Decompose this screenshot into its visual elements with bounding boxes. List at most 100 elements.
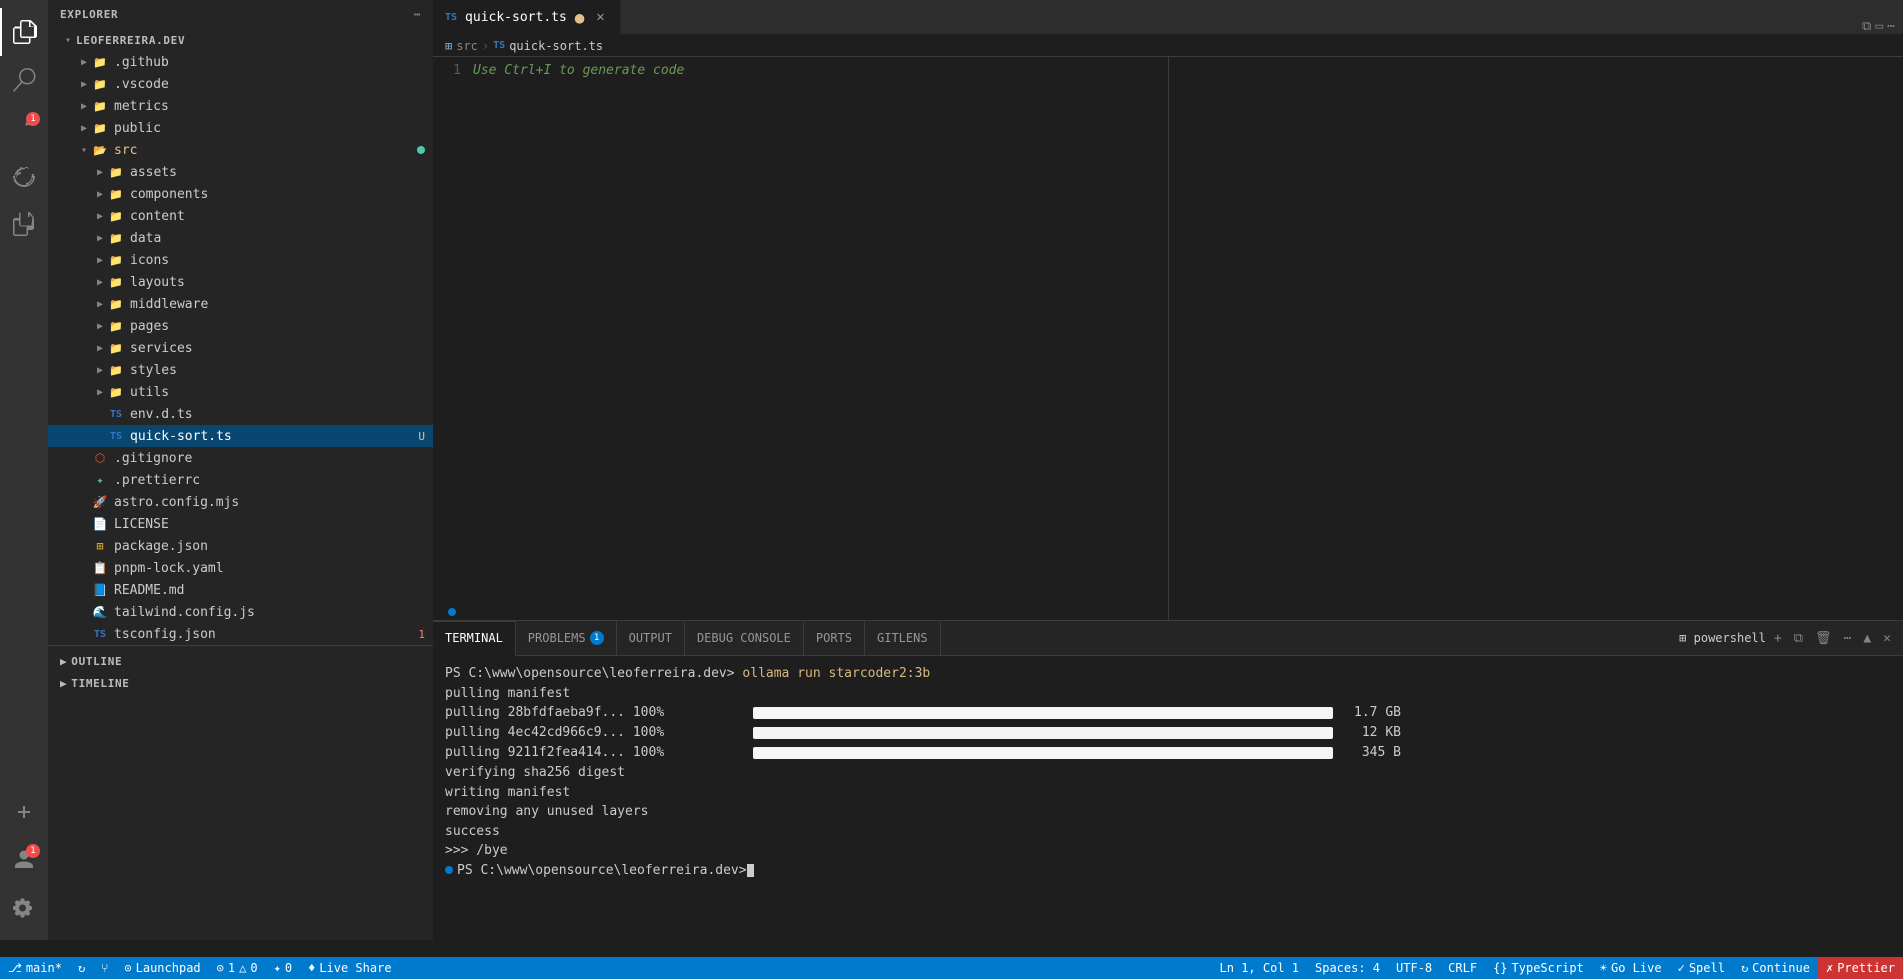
activity-bar-source-control[interactable]: 1 [0, 104, 48, 152]
status-errors[interactable]: ⊙ 1 △ 0 [209, 957, 266, 979]
terminal-tab-ports[interactable]: PORTS [804, 621, 865, 656]
timeline-label: TIMELINE [71, 677, 129, 690]
tree-item-readme[interactable]: ▶ 📘 README.md [48, 579, 433, 601]
item-label-components: components [130, 187, 433, 202]
tree-item-tailwind[interactable]: ▶ 🌊 tailwind.config.js [48, 601, 433, 623]
tree-item-tsconfig[interactable]: ▶ TS tsconfig.json 1 [48, 623, 433, 645]
tree-item-data[interactable]: ▶ 📁 data [48, 227, 433, 249]
tab-label-quick-sort: quick-sort.ts [465, 10, 567, 25]
outline-section-header[interactable]: ▶ OUTLINE [48, 650, 433, 672]
tree-item-vscode[interactable]: ▶ 📁 .vscode [48, 73, 433, 95]
activity-bar-search[interactable] [0, 56, 48, 104]
status-sync[interactable]: ↻ [70, 957, 93, 979]
terminal-tab-problems[interactable]: PROBLEMS 1 [516, 621, 617, 656]
status-launchpad[interactable]: ⊙ Launchpad [116, 957, 208, 979]
timeline-section-header[interactable]: ▶ TIMELINE [48, 672, 433, 694]
activity-bar-remote[interactable] [0, 788, 48, 836]
tree-item-astro-config[interactable]: ▶ 🚀 astro.config.mjs [48, 491, 433, 513]
accounts-badge: 1 [26, 844, 40, 858]
status-go-live[interactable]: ☀ Go Live [1592, 957, 1670, 979]
tab-quick-sort[interactable]: TS quick-sort.ts ● ✕ [433, 0, 621, 34]
tree-item-utils[interactable]: ▶ 📁 utils [48, 381, 433, 403]
status-language[interactable]: {} TypeScript [1485, 957, 1592, 979]
terminal-cursor [747, 864, 754, 877]
tree-item-package-json[interactable]: ▶ ⊞ package.json [48, 535, 433, 557]
language-label: TypeScript [1512, 961, 1584, 975]
tree-item-assets[interactable]: ▶ 📁 assets [48, 161, 433, 183]
status-spaces[interactable]: Spaces: 4 [1307, 957, 1388, 979]
sidebar-content: ▾ LEOFERREIRA.DEV ▶ 📁 .github ▶ 📁 .vscod… [48, 29, 433, 940]
status-prettier[interactable]: ✗ Prettier [1818, 957, 1903, 979]
tree-item-env[interactable]: ▶ TS env.d.ts [48, 403, 433, 425]
activity-bar-extensions[interactable] [0, 200, 48, 248]
outline-arrow-icon: ▶ [60, 655, 67, 668]
activity-bar-debug[interactable] [0, 152, 48, 200]
terminal-more-icon[interactable]: ⋯ [1840, 631, 1856, 646]
sidebar-more-icon[interactable]: ⋯ [414, 8, 421, 21]
terminal-command-text: ollama run starcoder2:3b [742, 666, 930, 681]
status-branch[interactable]: ⎇ main* [0, 957, 70, 979]
status-fork[interactable]: ⑂ [93, 957, 116, 979]
status-continue[interactable]: ↻ Continue [1733, 957, 1818, 979]
terminal-add-icon[interactable]: + [1770, 631, 1786, 646]
breadcrumb-file[interactable]: TS quick-sort.ts [493, 39, 603, 53]
eol-label: CRLF [1448, 961, 1477, 975]
tree-item-icons[interactable]: ▶ 📁 icons [48, 249, 433, 271]
sidebar-bottom: ▶ OUTLINE ▶ TIMELINE [48, 645, 433, 698]
terminal-progress-1: pulling 28bfdfaeba9f... 100% 1.7 GB [445, 703, 1891, 723]
status-encoding[interactable]: UTF-8 [1388, 957, 1440, 979]
terminal-trash-icon[interactable]: 🗑 [1811, 631, 1836, 646]
tree-item-components[interactable]: ▶ 📁 components [48, 183, 433, 205]
editor-code-area[interactable]: 1 Use Ctrl+I to generate code [433, 57, 1903, 620]
tree-item-pages[interactable]: ▶ 📁 pages [48, 315, 433, 337]
tab-ts-icon: TS [445, 12, 457, 23]
tree-item-content[interactable]: ▶ 📁 content [48, 205, 433, 227]
tree-item-src[interactable]: ▾ 📂 src [48, 139, 433, 161]
terminal-tab-output[interactable]: OUTPUT [617, 621, 685, 656]
tree-item-pnpm-lock[interactable]: ▶ 📋 pnpm-lock.yaml [48, 557, 433, 579]
status-notifications[interactable]: ✦ 0 [266, 957, 300, 979]
tree-root-folder[interactable]: ▾ LEOFERREIRA.DEV [48, 29, 433, 51]
tree-item-metrics[interactable]: ▶ 📁 metrics [48, 95, 433, 117]
tree-item-services[interactable]: ▶ 📁 services [48, 337, 433, 359]
tree-item-quick-sort[interactable]: ▶ TS quick-sort.ts U [48, 425, 433, 447]
status-live-share[interactable]: ♦ Live Share [300, 957, 399, 979]
terminal-close-icon[interactable]: ✕ [1879, 631, 1895, 646]
item-label-assets: assets [130, 165, 433, 180]
terminal-split-icon[interactable]: ⧉ [1790, 631, 1807, 646]
status-position[interactable]: Ln 1, Col 1 [1212, 957, 1307, 979]
tree-item-prettierrc[interactable]: ▶ ✦ .prettierrc [48, 469, 433, 491]
terminal-content[interactable]: PS C:\www\opensource\leoferreira.dev> ol… [433, 656, 1903, 940]
arrow-right-icon: ▶ [76, 120, 92, 136]
folder-icon: 📁 [108, 318, 124, 334]
tree-item-public[interactable]: ▶ 📁 public [48, 117, 433, 139]
terminal-tab-terminal[interactable]: TERMINAL [433, 621, 516, 656]
tree-item-middleware[interactable]: ▶ 📁 middleware [48, 293, 433, 315]
folder-src-icon: 📂 [92, 142, 108, 158]
terminal-tab-debug[interactable]: DEBUG CONSOLE [685, 621, 804, 656]
activity-bar-accounts[interactable]: 1 [0, 836, 48, 884]
sidebar-header: Explorer ⋯ [48, 0, 433, 29]
arrow-right-icon: ▶ [76, 76, 92, 92]
tree-item-gitignore[interactable]: ▶ ⬡ .gitignore [48, 447, 433, 469]
tree-item-license[interactable]: ▶ 📄 LICENSE [48, 513, 433, 535]
status-eol[interactable]: CRLF [1440, 957, 1485, 979]
tree-item-github[interactable]: ▶ 📁 .github [48, 51, 433, 73]
breadcrumb-src[interactable]: ⊞ src [445, 39, 478, 53]
activity-bar-explorer[interactable] [0, 8, 48, 56]
activity-bar-settings[interactable] [0, 884, 48, 932]
status-spell[interactable]: ✓ Spell [1670, 957, 1733, 979]
more-actions-icon[interactable]: ⋯ [1887, 19, 1895, 34]
item-label-middleware: middleware [130, 297, 433, 312]
tab-close-button[interactable]: ✕ [592, 9, 608, 25]
tree-item-styles[interactable]: ▶ 📁 styles [48, 359, 433, 381]
toggle-panel-icon[interactable]: ▭ [1875, 19, 1883, 34]
astro-icon: 🚀 [92, 494, 108, 510]
tree-item-layouts[interactable]: ▶ 📁 layouts [48, 271, 433, 293]
terminal-maximize-icon[interactable]: ▲ [1859, 631, 1875, 646]
editor-pane-left: 1 Use Ctrl+I to generate code [433, 57, 1169, 620]
terminal-dot-indicator [445, 866, 453, 874]
split-editor-icon[interactable]: ⧉ [1862, 19, 1871, 34]
terminal-tab-gitlens[interactable]: GITLENS [865, 621, 941, 656]
progress-size-3: 345 B [1341, 743, 1401, 763]
